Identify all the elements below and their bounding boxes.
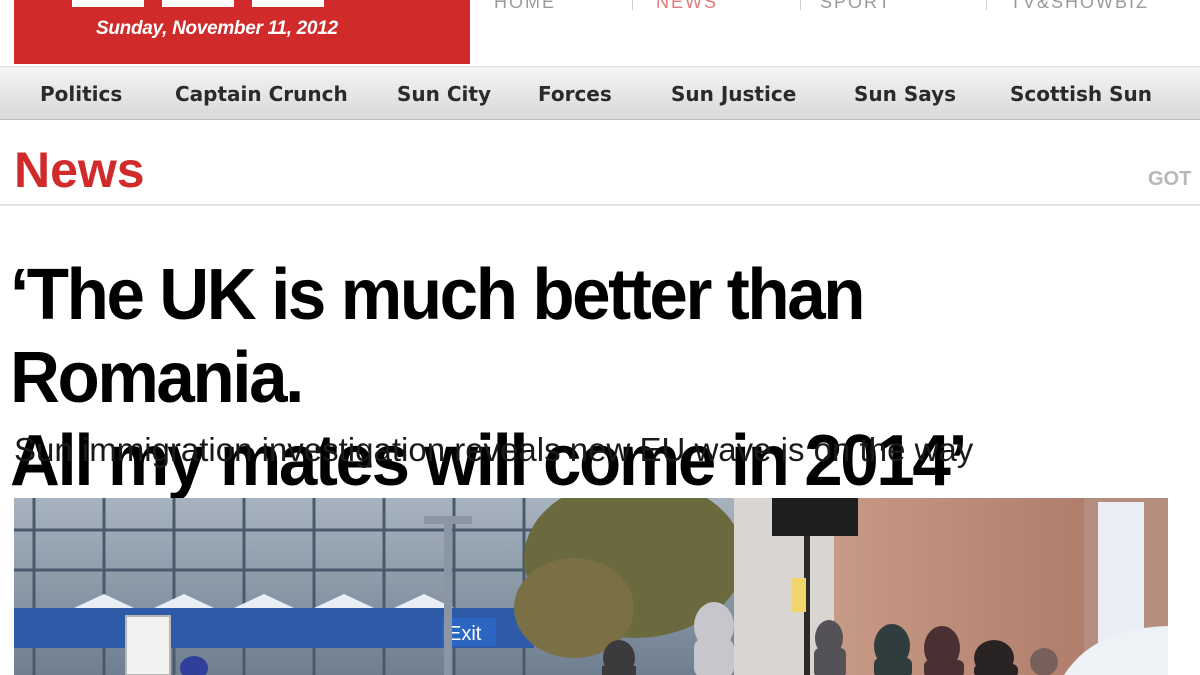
- top-nav-home[interactable]: HOME: [494, 0, 556, 12]
- subnav-item-captain-crunch[interactable]: Captain Crunch: [175, 82, 348, 106]
- subnav-item-sun-says[interactable]: Sun Says: [854, 82, 956, 106]
- masthead-date: Sunday, November 11, 2012: [96, 18, 338, 39]
- top-nav-separator: [800, 0, 801, 10]
- exit-sign: Exit: [448, 623, 482, 645]
- section-title: News: [14, 142, 145, 198]
- top-nav-separator: [632, 0, 633, 10]
- section-subnav: Politics Captain Crunch Sun City Forces …: [0, 66, 1200, 120]
- headline-line-1: ‘The UK is much better than Romania.: [10, 255, 865, 418]
- subnav-item-scottish-sun[interactable]: Scottish Sun: [1010, 82, 1152, 106]
- subnav-item-sun-city[interactable]: Sun City: [397, 82, 491, 106]
- top-nav-sport[interactable]: SPORT: [820, 0, 892, 12]
- top-nav-news[interactable]: NEWS: [656, 0, 718, 12]
- top-nav-showbiz[interactable]: TV&SHOWBIZ: [1010, 0, 1149, 12]
- article-photo[interactable]: Exit: [14, 498, 1168, 675]
- goto-link[interactable]: GOT: [1148, 168, 1191, 191]
- logo: [72, 0, 418, 7]
- subnav-item-forces[interactable]: Forces: [538, 82, 612, 106]
- subnav-item-politics[interactable]: Politics: [40, 82, 122, 106]
- subnav-item-sun-justice[interactable]: Sun Justice: [671, 82, 796, 106]
- top-nav: HOME NEWS SPORT TV&SHOWBIZ: [490, 0, 1200, 12]
- article-standfirst: Sun immigration investigation reveals ne…: [14, 431, 974, 468]
- masthead[interactable]: Sunday, November 11, 2012: [14, 0, 470, 64]
- section-divider: [0, 204, 1200, 206]
- top-nav-separator: [986, 0, 987, 10]
